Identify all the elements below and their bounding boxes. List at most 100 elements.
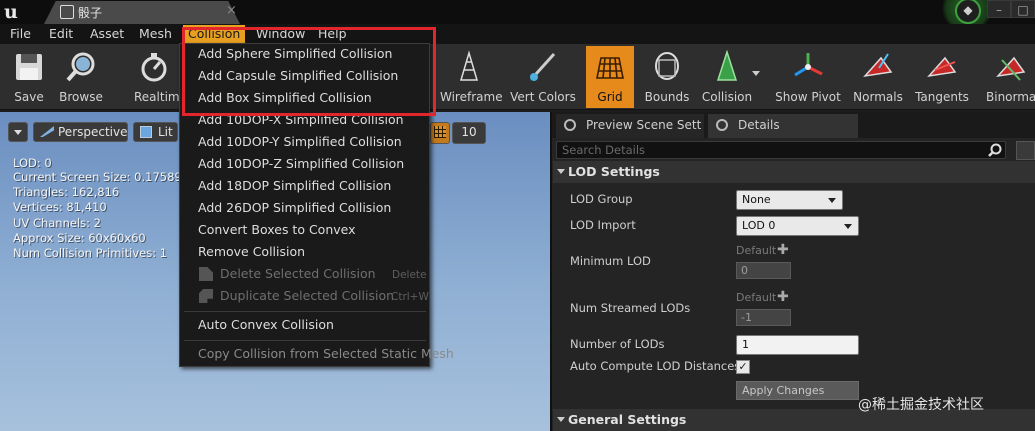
grid-button[interactable]: Grid <box>586 46 634 108</box>
lod-import-value: LOD 0 <box>742 219 776 232</box>
menu-file[interactable]: File <box>10 25 31 43</box>
collapse-arrow-icon <box>557 169 565 174</box>
lit-cube-icon <box>140 126 152 138</box>
add-platform-override-icon[interactable]: ✚ <box>777 242 789 258</box>
stat-screen-size: Current Screen Size: 0.175895 <box>13 170 190 184</box>
realtime-label: Realtime <box>134 90 187 104</box>
lit-button[interactable]: Lit <box>133 122 178 142</box>
menu-item-add-18dop[interactable]: Add 18DOP Simplified Collision <box>198 175 391 197</box>
editor-window: u 骰子 × ◆ – □ File Edit Asset Mesh Collis… <box>0 0 1035 431</box>
chevron-down-icon <box>844 224 852 229</box>
lod-import-label: LOD Import <box>570 218 636 232</box>
general-settings-title: General Settings <box>568 412 687 427</box>
binormals-icon <box>996 56 1026 81</box>
unreal-logo-icon: u <box>4 1 18 23</box>
number-of-lods-label: Number of LODs <box>570 337 665 351</box>
lod-group-label: LOD Group <box>570 192 633 206</box>
num-streamed-lods-label: Num Streamed LODs <box>570 301 691 315</box>
auto-compute-lod-label: Auto Compute LOD Distances <box>570 359 741 373</box>
maximize-button[interactable]: □ <box>1011 0 1035 18</box>
collision-button[interactable]: Collision <box>700 46 754 108</box>
collision-dropdown-arrow-icon[interactable] <box>752 71 760 76</box>
lod-group-value: None <box>742 193 771 206</box>
close-tab-icon[interactable]: × <box>226 3 237 18</box>
document-tab-label: 骰子 <box>78 6 103 20</box>
menu-edit[interactable]: Edit <box>49 25 73 43</box>
auto-compute-checkbox[interactable]: ✓ <box>736 360 750 374</box>
collapse-arrow-icon <box>557 417 565 422</box>
grid-snap-icon <box>434 126 446 138</box>
menu-asset[interactable]: Asset <box>90 25 124 43</box>
minimum-lod-label: Minimum LOD <box>570 254 651 268</box>
wireframe-icon <box>459 50 479 81</box>
menu-item-auto-convex-collision[interactable]: Auto Convex Collision <box>198 314 334 336</box>
bounds-label: Bounds <box>644 90 690 104</box>
menu-item-add-26dop[interactable]: Add 26DOP Simplified Collision <box>198 197 391 219</box>
binormals-button[interactable]: Binormal <box>980 46 1035 108</box>
menu-item-convert-boxes[interactable]: Convert Boxes to Convex <box>198 219 356 241</box>
wireframe-label: Wireframe <box>440 90 503 104</box>
num-streamed-lods-field[interactable]: -1 <box>736 309 791 326</box>
vert-colors-button[interactable]: Vert Colors <box>508 46 578 108</box>
menu-item-delete-selected-collision: Delete Selected Collision <box>220 266 376 281</box>
menu-item-add-10dop-z[interactable]: Add 10DOP-Z Simplified Collision <box>198 153 404 175</box>
perspective-icon <box>40 126 54 137</box>
view-options-icon[interactable] <box>1016 141 1035 160</box>
chevron-down-icon <box>828 198 836 203</box>
stat-uv-channels: UV Channels: 2 <box>13 216 101 230</box>
show-pivot-button[interactable]: Show Pivot <box>772 46 844 108</box>
vert-colors-label: Vert Colors <box>510 90 576 104</box>
minimum-lod-field[interactable]: 0 <box>736 262 791 279</box>
menu-separator <box>184 311 426 312</box>
lod-group-dropdown[interactable]: None <box>736 190 843 210</box>
grid-snap-button[interactable] <box>430 122 450 144</box>
normals-icon <box>863 53 893 78</box>
normals-label: Normals <box>853 90 903 104</box>
apply-changes-button[interactable]: Apply Changes <box>736 381 859 400</box>
menu-item-add-10dop-y[interactable]: Add 10DOP-Y Simplified Collision <box>198 131 402 153</box>
add-platform-override-icon[interactable]: ✚ <box>777 289 789 305</box>
wireframe-button[interactable]: Wireframe <box>440 46 503 108</box>
tab-preview-scene-settings[interactable]: Preview Scene Sett <box>556 114 704 138</box>
annotation-highlight-box <box>182 27 436 116</box>
chevron-down-icon <box>14 130 22 135</box>
binormals-label: Binormal <box>986 90 1035 104</box>
tangents-icon <box>927 56 957 78</box>
static-mesh-icon <box>60 5 74 19</box>
stat-vertices: Vertices: 81,410 <box>13 200 107 214</box>
realtime-icon <box>141 53 167 82</box>
vert-colors-icon <box>530 52 556 81</box>
perspective-label: Perspective <box>58 125 128 139</box>
save-button[interactable]: Save <box>5 46 53 108</box>
minimize-button[interactable]: – <box>987 0 1011 18</box>
normals-button[interactable]: Normals <box>852 46 904 108</box>
browse-icon <box>66 52 95 82</box>
realtime-button[interactable]: Realtime <box>128 46 187 108</box>
lod-settings-title: LOD Settings <box>568 164 660 179</box>
tangents-button[interactable]: Tangents <box>912 46 972 108</box>
perspective-button[interactable]: Perspective <box>33 122 128 142</box>
search-details-input[interactable]: Search Details <box>556 141 1006 159</box>
save-label: Save <box>14 90 44 104</box>
tab-details[interactable]: Details <box>708 114 858 138</box>
minimum-lod-default-label: Default <box>736 244 777 257</box>
grid-label: Grid <box>597 90 623 104</box>
viewport-options-button[interactable] <box>8 122 28 142</box>
lod-import-dropdown[interactable]: LOD 0 <box>736 216 859 236</box>
grid-snap-value[interactable]: 10 <box>452 122 486 144</box>
tab-preview-scene-label: Preview Scene Sett <box>586 118 702 132</box>
menu-mesh[interactable]: Mesh <box>139 25 172 43</box>
stat-approx-size: Approx Size: 60x60x60 <box>13 231 146 245</box>
delete-shortcut: Delete <box>392 269 427 281</box>
tangents-label: Tangents <box>915 90 969 104</box>
bounds-icon <box>655 52 679 80</box>
menu-item-remove-collision[interactable]: Remove Collision <box>198 241 305 263</box>
menu-item-duplicate-selected-collision: Duplicate Selected Collision <box>220 288 395 303</box>
bounds-button[interactable]: Bounds <box>642 46 692 108</box>
search-icon[interactable] <box>988 142 1002 157</box>
stat-triangles: Triangles: 162,816 <box>13 185 120 199</box>
browse-button[interactable]: Browse <box>57 46 105 108</box>
cube-icon: ◆ <box>963 3 973 17</box>
number-of-lods-field[interactable]: 1 <box>736 335 859 355</box>
lod-settings-section[interactable]: LOD Settings <box>553 161 1035 183</box>
